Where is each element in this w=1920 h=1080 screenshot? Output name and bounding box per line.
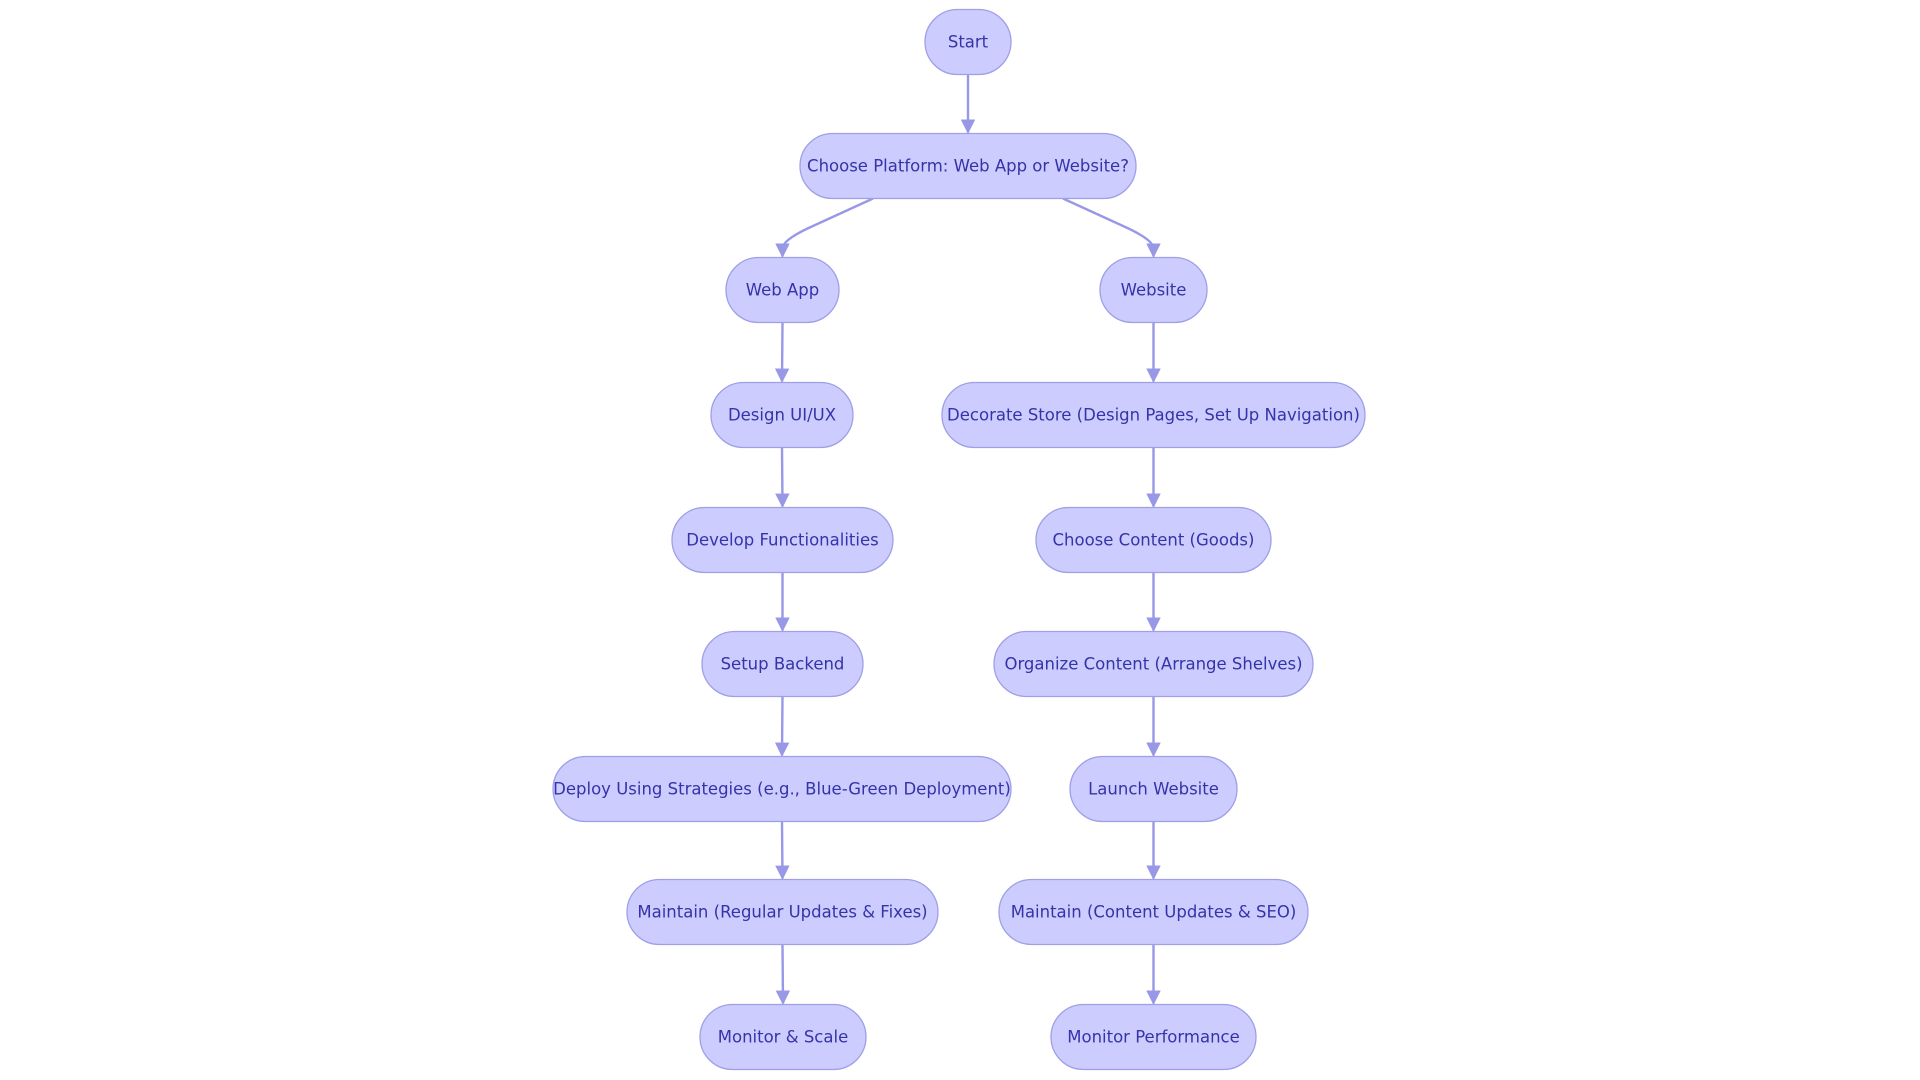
node-label: Setup Backend — [721, 655, 845, 674]
node-content: Choose Content (Goods) — [1035, 506, 1272, 574]
flowchart: Start Choose Platform: Web App or Website… — [552, 8, 1366, 1071]
edge-design-to-develop — [775, 447, 790, 508]
edge-choose-to-webapp — [775, 197, 874, 258]
node-label: Organize Content (Arrange Shelves) — [1004, 655, 1302, 674]
node-monitorR: Monitor Performance — [1050, 1003, 1257, 1071]
node-label: Choose Content (Goods) — [1053, 531, 1255, 550]
edge-webapp-to-design — [774, 322, 790, 383]
node-label: Maintain (Regular Updates & Fixes) — [637, 903, 927, 922]
node-label: Website — [1121, 281, 1187, 300]
node-design: Design UI/UX — [710, 381, 854, 449]
node-monitorL: Monitor & Scale — [699, 1003, 867, 1071]
node-label: Web App — [746, 281, 819, 300]
node-label: Decorate Store (Design Pages, Set Up Nav… — [947, 406, 1360, 425]
node-label: Monitor Performance — [1067, 1028, 1240, 1047]
node-label: Maintain (Content Updates & SEO) — [1011, 903, 1297, 922]
node-maintainL: Maintain (Regular Updates & Fixes) — [626, 878, 939, 946]
node-label: Develop Functionalities — [686, 531, 878, 550]
node-label: Start — [948, 33, 989, 52]
node-organize: Organize Content (Arrange Shelves) — [993, 630, 1314, 698]
node-choose: Choose Platform: Web App or Website? — [799, 132, 1137, 200]
node-webapp: Web App — [725, 256, 840, 324]
node-backend: Setup Backend — [701, 630, 864, 698]
node-website: Website — [1099, 256, 1208, 324]
node-deploy: Deploy Using Strategies (e.g., Blue-Gree… — [552, 755, 1012, 823]
node-develop: Develop Functionalities — [671, 506, 894, 574]
edge-maintainL-to-monitorL — [775, 944, 791, 1005]
node-maintainR: Maintain (Content Updates & SEO) — [998, 878, 1309, 946]
node-label: Choose Platform: Web App or Website? — [807, 157, 1129, 176]
edge-deploy-to-maintainL — [775, 821, 790, 880]
node-label: Design UI/UX — [728, 406, 836, 425]
edge-backend-to-deploy — [774, 696, 790, 757]
edge-choose-to-website — [1062, 197, 1161, 258]
node-start: Start — [924, 8, 1012, 76]
node-launch: Launch Website — [1069, 755, 1238, 823]
node-label: Deploy Using Strategies (e.g., Blue-Gree… — [553, 780, 1011, 799]
node-label: Monitor & Scale — [718, 1028, 848, 1047]
node-decorate: Decorate Store (Design Pages, Set Up Nav… — [941, 381, 1366, 449]
node-label: Launch Website — [1088, 780, 1219, 799]
